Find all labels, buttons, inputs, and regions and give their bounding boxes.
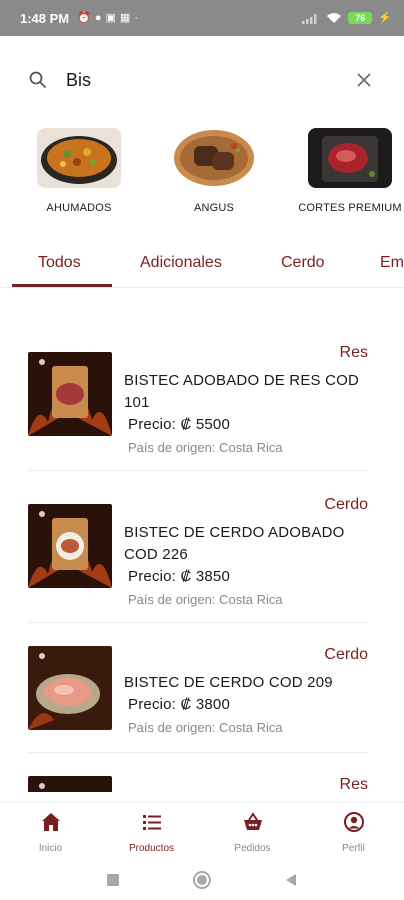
- nav-item-pedidos[interactable]: Pedidos: [202, 803, 303, 861]
- product-origin: País de origen: Costa Rica: [128, 720, 283, 735]
- status-time: 1:48 PM: [20, 10, 70, 26]
- product-origin: País de origen: Costa Rica: [128, 592, 283, 607]
- grilled-steak-image: [172, 128, 256, 188]
- more-notifications-icon: ·: [134, 11, 138, 24]
- stew-bowl-image: [37, 128, 121, 188]
- divider: [28, 622, 368, 623]
- tab-cerdo[interactable]: Cerdo: [281, 254, 325, 272]
- category-carousel: AHUMADOS ANGUS CORTES PREMIUM: [0, 128, 404, 224]
- home-icon: [41, 813, 60, 831]
- product-image: [28, 352, 112, 436]
- product-image: [28, 646, 112, 730]
- category-label: ANGUS: [193, 202, 235, 214]
- product-image: [28, 504, 112, 588]
- product-card[interactable]: Res: [28, 776, 368, 792]
- product-card[interactable]: Res BISTEC ADOBADO DE RES COD 101 Precio…: [28, 342, 368, 455]
- home-button-icon[interactable]: [192, 870, 212, 890]
- nav-item-perfil[interactable]: Perfil: [303, 803, 404, 861]
- product-price: Precio: ₡ 3800: [128, 696, 231, 713]
- nfc-icon: ▣: [105, 11, 116, 24]
- recents-icon[interactable]: [106, 873, 120, 887]
- nav-label: Inicio: [38, 843, 63, 854]
- nav-label: Perfil: [342, 843, 365, 854]
- search-input[interactable]: [66, 69, 326, 91]
- battery-icon: 76: [348, 12, 373, 24]
- user-icon: [343, 812, 364, 832]
- divider: [28, 470, 368, 471]
- product-category: Res: [339, 344, 368, 361]
- back-icon[interactable]: [284, 873, 298, 887]
- list-icon: [142, 815, 161, 830]
- close-icon[interactable]: [356, 72, 372, 88]
- product-category: Cerdo: [324, 496, 368, 513]
- tab-todos[interactable]: Todos: [38, 254, 81, 272]
- app-notification-icon: ●: [94, 11, 102, 24]
- nav-label: Productos: [128, 843, 175, 854]
- nav-item-inicio[interactable]: Inicio: [0, 803, 101, 861]
- search-icon[interactable]: [28, 70, 48, 90]
- product-name: BISTEC ADOBADO DE RES COD 101: [124, 372, 360, 411]
- nav-label: Pedidos: [234, 843, 271, 854]
- search-bar: [20, 58, 384, 102]
- category-item-ahumados[interactable]: AHUMADOS: [19, 128, 139, 214]
- product-category: Res: [339, 776, 368, 792]
- category-label: CORTES PREMIUM: [298, 202, 402, 214]
- system-navigation-bar: [0, 860, 404, 900]
- status-bar: 1:48 PM ⏰ ● ▣ ▦ · 76 ⚡: [0, 0, 404, 36]
- tab-em[interactable]: Em: [380, 254, 404, 272]
- qr-icon: ▦: [119, 11, 131, 24]
- alarm-icon: ⏰: [77, 11, 91, 24]
- category-item-cortes-premium[interactable]: CORTES PREMIUM: [290, 128, 404, 214]
- product-name: BISTEC DE CERDO ADOBADO COD 226: [124, 524, 345, 563]
- product-image: [28, 776, 112, 792]
- product-price: Precio: ₡ 3850: [128, 568, 231, 585]
- product-name: BISTEC DE CERDO COD 209: [124, 674, 333, 691]
- signal-icon: [302, 14, 317, 24]
- product-card[interactable]: Cerdo BISTEC DE CERDO ADOBADO COD 226 Pr…: [28, 494, 368, 607]
- raw-steak-image: [308, 128, 392, 188]
- product-price: Precio: ₡ 5500: [128, 416, 231, 433]
- basket-icon: [243, 812, 262, 830]
- nav-item-productos[interactable]: Productos: [101, 803, 202, 861]
- charging-icon: ⚡: [378, 11, 392, 24]
- category-tabs: Todos Adicionales Cerdo Em: [0, 242, 404, 288]
- product-origin: País de origen: Costa Rica: [128, 440, 283, 455]
- product-list: Res BISTEC ADOBADO DE RES COD 101 Precio…: [0, 330, 404, 792]
- product-category: Cerdo: [324, 646, 368, 663]
- tab-active-indicator: [12, 284, 112, 287]
- category-label: AHUMADOS: [46, 202, 112, 214]
- tab-adicionales[interactable]: Adicionales: [140, 254, 222, 272]
- product-card[interactable]: Cerdo BISTEC DE CERDO COD 209 Precio: ₡ …: [28, 646, 368, 746]
- divider: [28, 752, 368, 753]
- wifi-icon: [327, 13, 342, 23]
- category-item-angus[interactable]: ANGUS: [154, 128, 274, 214]
- bottom-navigation: Inicio Productos Pedidos Perfil: [0, 802, 404, 860]
